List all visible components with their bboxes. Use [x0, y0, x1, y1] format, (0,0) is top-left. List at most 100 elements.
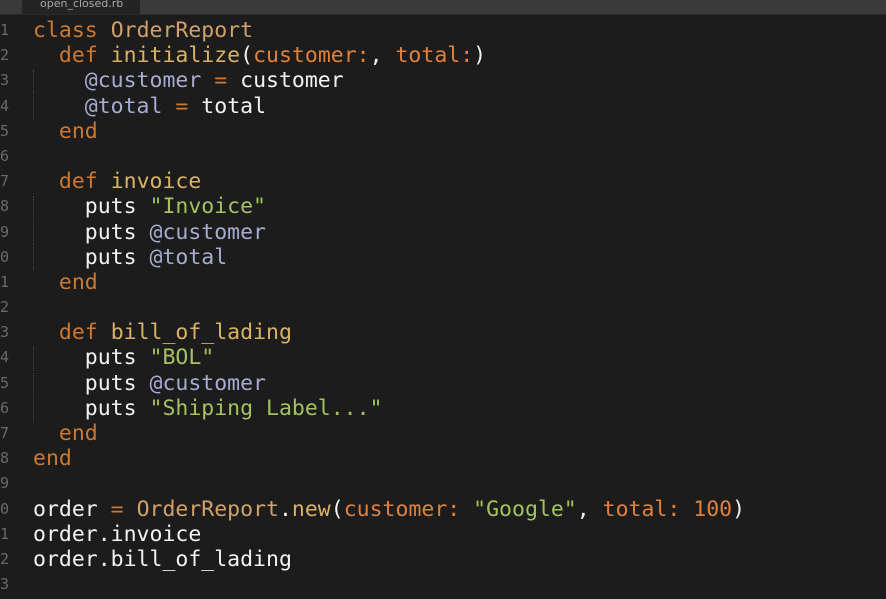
- code-token: order: [33, 496, 111, 522]
- code-token: end: [33, 446, 72, 472]
- code-line[interactable]: class OrderReport: [33, 18, 745, 43]
- code-line[interactable]: end: [33, 446, 745, 471]
- line-number: 4: [0, 348, 9, 367]
- code-line[interactable]: order.invoice: [33, 522, 745, 547]
- line-number-gutter: 1 2 3 4 5 6 7 8 9 0 1 2 3 4 5 6 7 8 9 0 1 2 3: [0, 18, 9, 597]
- code-line[interactable]: order = OrderReport.new(customer: "Googl…: [33, 497, 745, 522]
- code-token: @customer: [149, 370, 267, 396]
- line-number: 1: [0, 21, 9, 39]
- code-token: "Invoice": [149, 194, 267, 220]
- code-token: total:: [602, 496, 681, 522]
- line-number: 1: [0, 524, 9, 543]
- code-area[interactable]: class OrderReport def initialize(custome…: [32, 18, 745, 597]
- code-token: ,: [576, 496, 603, 522]
- code-line[interactable]: def invoice: [33, 169, 745, 194]
- code-token: "BOL": [149, 345, 215, 371]
- code-token: puts: [33, 395, 150, 421]
- code-token: puts: [33, 345, 150, 371]
- code-line[interactable]: @customer = customer: [32, 68, 745, 94]
- line-number: 2: [0, 46, 9, 65]
- indent-guide: [32, 70, 34, 94]
- code-line[interactable]: puts @total: [32, 244, 745, 270]
- line-number: 5: [0, 121, 9, 140]
- code-token: order.bill_of_lading: [33, 546, 292, 572]
- code-line[interactable]: def bill_of_lading: [33, 320, 745, 345]
- code-token: customer:: [253, 43, 370, 69]
- code-token: =: [110, 496, 124, 522]
- code-line[interactable]: end: [33, 421, 745, 446]
- code-token: new: [291, 496, 331, 522]
- line-number: 0: [0, 499, 9, 518]
- code-token: customer:: [343, 496, 461, 522]
- code-line[interactable]: puts @customer: [32, 220, 745, 245]
- code-token: bill_of_lading: [110, 320, 292, 346]
- line-number: 0: [0, 247, 9, 266]
- code-line[interactable]: puts "BOL": [32, 345, 745, 371]
- code-token: total:: [395, 43, 474, 69]
- code-token: invoice: [110, 169, 202, 195]
- line-number: 4: [0, 96, 9, 115]
- line-number: 7: [0, 172, 9, 191]
- editor-window: open_closed.rb 1 2 3 4 5 6 7 8 9 0 1 2 3 4 5 6 7 8 9 0 1 2 3 c…: [0, 0, 886, 599]
- code-token: puts: [33, 244, 150, 270]
- indent-guide: [32, 196, 34, 220]
- code-line[interactable]: puts "Invoice": [32, 194, 745, 220]
- code-token: OrderReport: [110, 18, 254, 43]
- line-number: 9: [0, 474, 9, 493]
- code-token: end: [58, 269, 98, 295]
- indent-guide: [32, 95, 34, 119]
- code-token: total: [188, 93, 267, 119]
- code-token: "Shiping Label...": [149, 395, 383, 421]
- line-number: 3: [0, 575, 9, 594]
- code-editor[interactable]: 1 2 3 4 5 6 7 8 9 0 1 2 3 4 5 6 7 8 9 0 1 2 3 class OrderRepor…: [0, 18, 886, 599]
- code-line[interactable]: ​: [33, 471, 745, 496]
- code-line[interactable]: @total = total: [32, 93, 745, 119]
- line-number: 6: [0, 398, 9, 417]
- code-line[interactable]: ​: [33, 295, 745, 320]
- code-token: (: [240, 43, 254, 69]
- line-number: 8: [0, 197, 9, 216]
- line-number: 1: [0, 272, 9, 291]
- code-token: 100: [693, 496, 733, 522]
- line-number: 2: [0, 549, 9, 568]
- indent-guide: [32, 397, 34, 421]
- line-number: 9: [0, 222, 9, 241]
- line-number: 7: [0, 424, 9, 442]
- code-token: customer: [227, 68, 344, 94]
- code-token: def: [58, 320, 98, 346]
- code-token: def: [58, 43, 98, 69]
- code-line[interactable]: puts @customer: [32, 370, 745, 396]
- code-line[interactable]: ​: [33, 572, 745, 597]
- file-tab[interactable]: open_closed.rb: [22, 0, 140, 14]
- code-token: end: [58, 421, 98, 446]
- line-number: 8: [0, 449, 9, 468]
- code-token: ): [732, 496, 746, 522]
- code-token: (: [330, 496, 344, 522]
- code-token: class: [33, 18, 98, 43]
- code-token: puts: [33, 370, 150, 396]
- code-line[interactable]: def initialize(customer:, total:): [33, 43, 745, 68]
- code-token: @total: [84, 93, 163, 119]
- code-line[interactable]: puts "Shiping Label...": [32, 395, 745, 421]
- code-token: @total: [149, 244, 228, 270]
- code-line[interactable]: end: [33, 270, 745, 295]
- indent-guide: [32, 372, 34, 396]
- line-number: 3: [0, 323, 9, 342]
- code-line[interactable]: ​: [33, 144, 745, 169]
- code-token: ,: [369, 43, 396, 69]
- code-line[interactable]: order.bill_of_lading: [33, 547, 745, 572]
- line-number: 5: [0, 373, 9, 392]
- code-line[interactable]: end: [33, 119, 745, 144]
